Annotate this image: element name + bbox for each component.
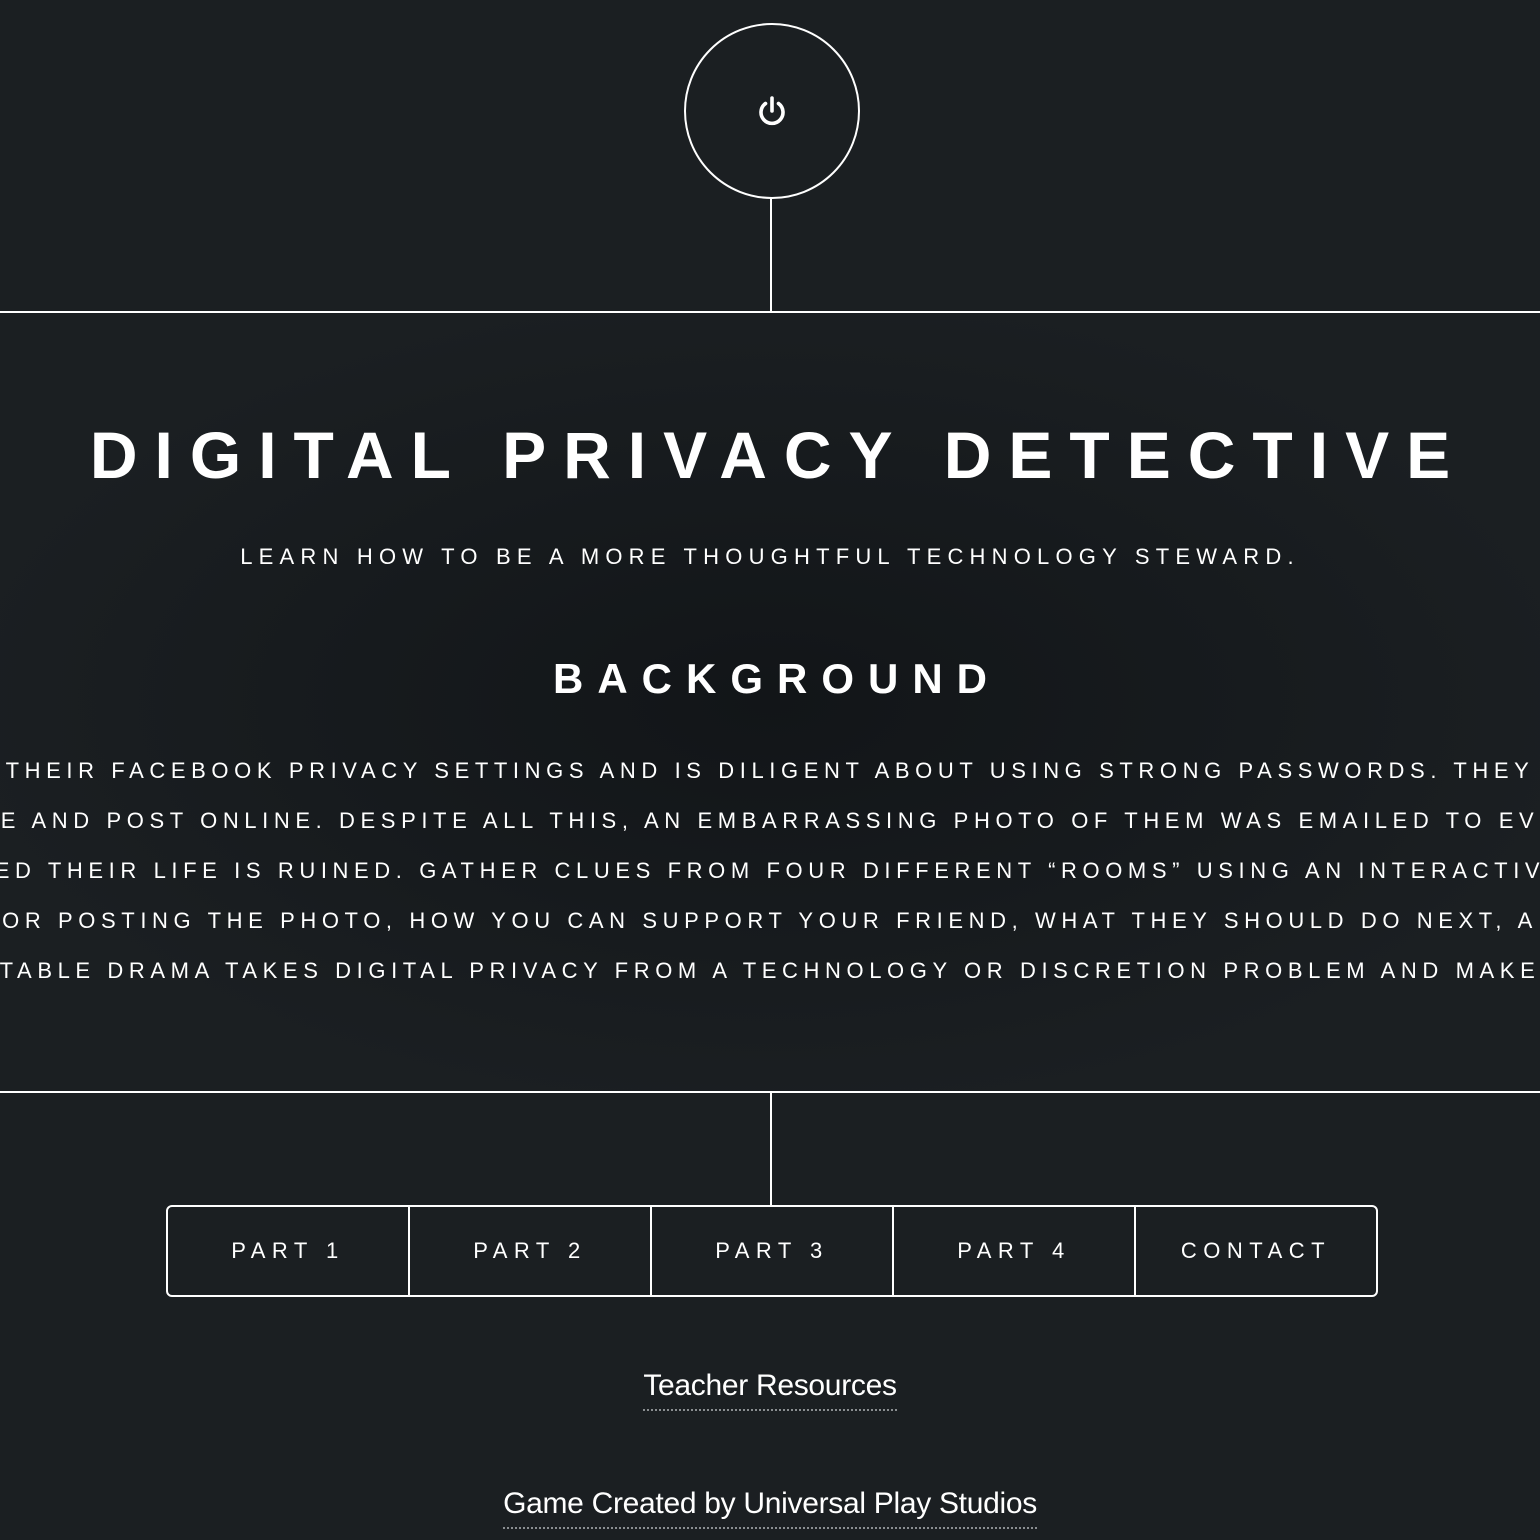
teacher-resources-link[interactable]: Teacher Resources <box>643 1369 897 1411</box>
credit-link[interactable]: Game Created by Universal Play Studios <box>503 1487 1037 1529</box>
connector-line-bottom <box>770 1093 772 1205</box>
teacher-resources-row: Teacher Resources <box>0 1369 1540 1411</box>
nav-part-3[interactable]: PART 3 <box>652 1207 894 1295</box>
nav-part-2[interactable]: PART 2 <box>410 1207 652 1295</box>
background-heading: BACKGROUND <box>553 655 1001 702</box>
nav-part-1[interactable]: PART 1 <box>168 1207 410 1295</box>
background-text-line: OR POSTING THE PHOTO, HOW YOU CAN SUPPOR… <box>2 908 1538 933</box>
logo-button[interactable] <box>684 23 860 199</box>
page: DIGITAL PRIVACY DETECTIVE LEARN HOW TO B… <box>0 0 1540 1540</box>
background-text-line: THEIR FACEBOOK PRIVACY SETTINGS AND IS D… <box>5 758 1535 783</box>
nav-contact[interactable]: CONTACT <box>1136 1207 1376 1295</box>
intro-section: DIGITAL PRIVACY DETECTIVE LEARN HOW TO B… <box>0 313 1540 1091</box>
main-nav: PART 1 PART 2 PART 3 PART 4 CONTACT <box>166 1205 1378 1297</box>
power-icon <box>755 94 789 128</box>
credit-row: Game Created by Universal Play Studios <box>0 1487 1540 1529</box>
nav-part-4[interactable]: PART 4 <box>894 1207 1136 1295</box>
connector-line-top <box>770 198 772 311</box>
page-title: DIGITAL PRIVACY DETECTIVE <box>89 418 1468 492</box>
background-text-line: ED THEIR LIFE IS RUINED. GATHER CLUES FR… <box>0 858 1540 883</box>
background-text-line: E AND POST ONLINE. DESPITE ALL THIS, AN … <box>0 808 1540 833</box>
page-subtitle: LEARN HOW TO BE A MORE THOUGHTFUL TECHNO… <box>240 544 1300 569</box>
background-text-line: TABLE DRAMA TAKES DIGITAL PRIVACY FROM A… <box>0 958 1540 983</box>
